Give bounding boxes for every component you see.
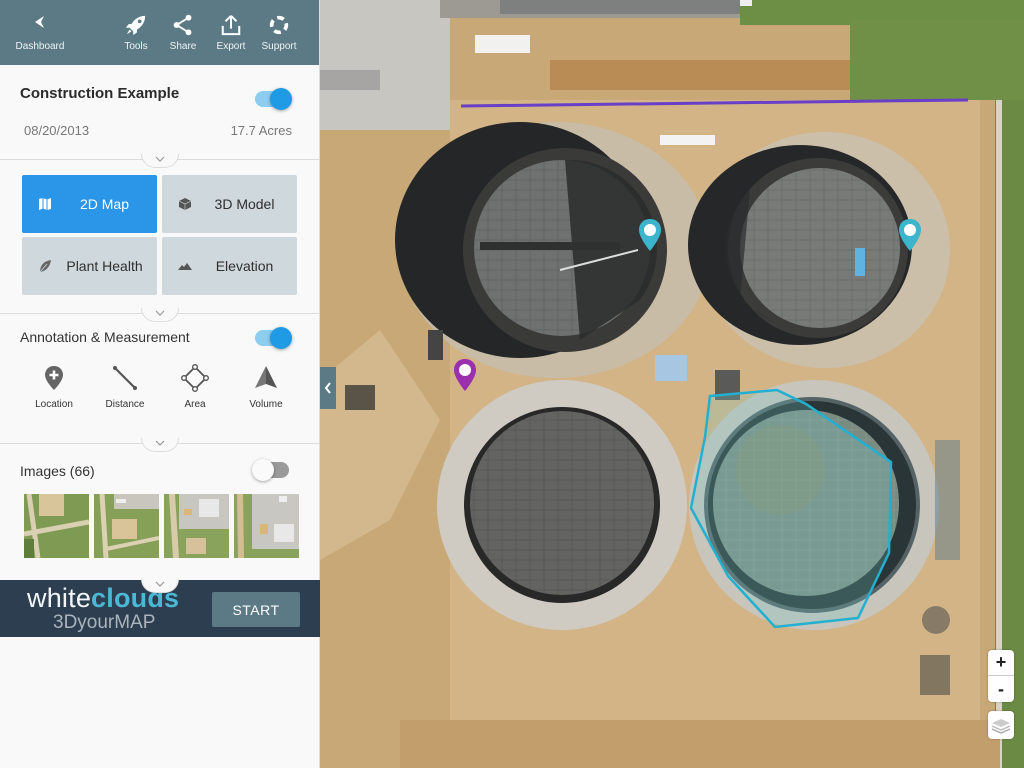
map-marker-icon (454, 359, 476, 391)
share-label: Share (169, 41, 197, 52)
image-thumbnail[interactable] (24, 494, 89, 558)
collapse-sidebar-button[interactable] (320, 367, 336, 409)
view-plant-health-label: Plant Health (66, 258, 143, 274)
aerial-thumbnail-image (94, 494, 159, 558)
project-area: 17.7 Acres (230, 123, 292, 138)
distance-line-icon (113, 366, 137, 390)
image-thumbnail[interactable] (164, 494, 229, 558)
volume-tool-label: Volume (249, 399, 283, 410)
export-icon (221, 15, 241, 36)
images-title: Images (66) (20, 463, 95, 479)
view-3d-model-button[interactable]: 3D Model (162, 175, 297, 233)
chevron-left-icon (324, 382, 331, 394)
brand-tagline: 3DyourMAP (53, 612, 156, 633)
view-mode-section: 2D Map 3D Model Plant Health Elevation (0, 160, 319, 322)
tools-label: Tools (124, 41, 148, 52)
location-marker-purple[interactable] (452, 358, 478, 392)
chevron-down-icon (155, 581, 165, 587)
area-polygon-icon (181, 364, 209, 392)
app: Dashboard Tools Share Export Support Con… (0, 0, 1024, 768)
distance-tool-button[interactable]: Distance (95, 364, 155, 410)
annotation-toggle[interactable] (255, 327, 292, 349)
area-tool-label: Area (184, 399, 206, 410)
promo-banner: whiteclouds 3DyourMAP START (0, 579, 320, 637)
distance-tool-label: Distance (105, 399, 145, 410)
export-label: Export (216, 41, 246, 52)
chevron-down-icon (155, 440, 164, 446)
image-thumbnail[interactable] (234, 494, 299, 558)
layers-icon (991, 719, 1011, 734)
volume-tool-button[interactable]: Volume (236, 364, 296, 410)
chevron-down-icon (155, 156, 164, 162)
annotation-section: Annotation & Measurement Location Distan… (0, 314, 319, 452)
aerial-thumbnail-image (24, 494, 89, 558)
image-thumbnail[interactable] (94, 494, 159, 558)
dashboard-label: Dashboard (15, 41, 65, 52)
project-title: Construction Example (20, 85, 180, 102)
dashboard-button[interactable]: Dashboard (13, 14, 67, 52)
annotation-title: Annotation & Measurement (20, 329, 190, 345)
toggle-knob (270, 327, 292, 349)
sidebar: Dashboard Tools Share Export Support Con… (0, 0, 320, 768)
project-date: 08/20/2013 (24, 123, 90, 138)
location-marker-cyan-1[interactable] (637, 218, 663, 252)
location-plus-icon (45, 366, 63, 390)
lifebuoy-icon (269, 15, 289, 35)
share-button[interactable]: Share (156, 14, 210, 52)
view-elevation-label: Elevation (215, 258, 274, 274)
area-tool-button[interactable]: Area (165, 364, 225, 410)
zoom-in-button[interactable]: + (988, 650, 1014, 676)
layers-button[interactable] (988, 711, 1014, 739)
project-visibility-toggle[interactable] (255, 88, 292, 110)
map-marker-icon (639, 219, 661, 251)
chevron-left-icon (35, 16, 44, 28)
location-marker-cyan-2[interactable] (897, 218, 923, 252)
aerial-thumbnail-image (234, 494, 299, 558)
aerial-thumbnail-image (164, 494, 229, 558)
map-view[interactable]: + - (320, 0, 1024, 768)
volume-pyramid-icon (255, 366, 277, 388)
export-button[interactable]: Export (204, 14, 258, 52)
location-tool-button[interactable]: Location (24, 364, 84, 410)
support-label: Support (261, 41, 297, 52)
brand-white-text: white (27, 583, 92, 613)
share-icon (173, 14, 192, 36)
view-plant-health-button[interactable]: Plant Health (22, 237, 157, 295)
toggle-knob (270, 88, 292, 110)
rocket-icon (125, 15, 146, 36)
support-button[interactable]: Support (252, 14, 306, 52)
tools-button[interactable]: Tools (109, 14, 163, 52)
toggle-knob (252, 459, 274, 481)
aerial-imagery (320, 0, 1024, 768)
view-2d-map-button[interactable]: 2D Map (22, 175, 157, 233)
zoom-out-button[interactable]: - (988, 676, 1014, 702)
images-toggle[interactable] (252, 459, 289, 481)
start-button[interactable]: START (212, 592, 300, 627)
map-marker-icon (899, 219, 921, 251)
view-3d-model-label: 3D Model (214, 196, 275, 212)
images-section: Images (66) (0, 444, 319, 583)
top-toolbar: Dashboard Tools Share Export Support (0, 0, 319, 65)
view-2d-map-label: 2D Map (79, 196, 130, 212)
location-tool-label: Location (35, 399, 73, 410)
view-elevation-button[interactable]: Elevation (162, 237, 297, 295)
chevron-down-icon (155, 310, 164, 316)
project-section: Construction Example 08/20/2013 17.7 Acr… (0, 65, 319, 168)
zoom-control: + - (988, 650, 1014, 702)
